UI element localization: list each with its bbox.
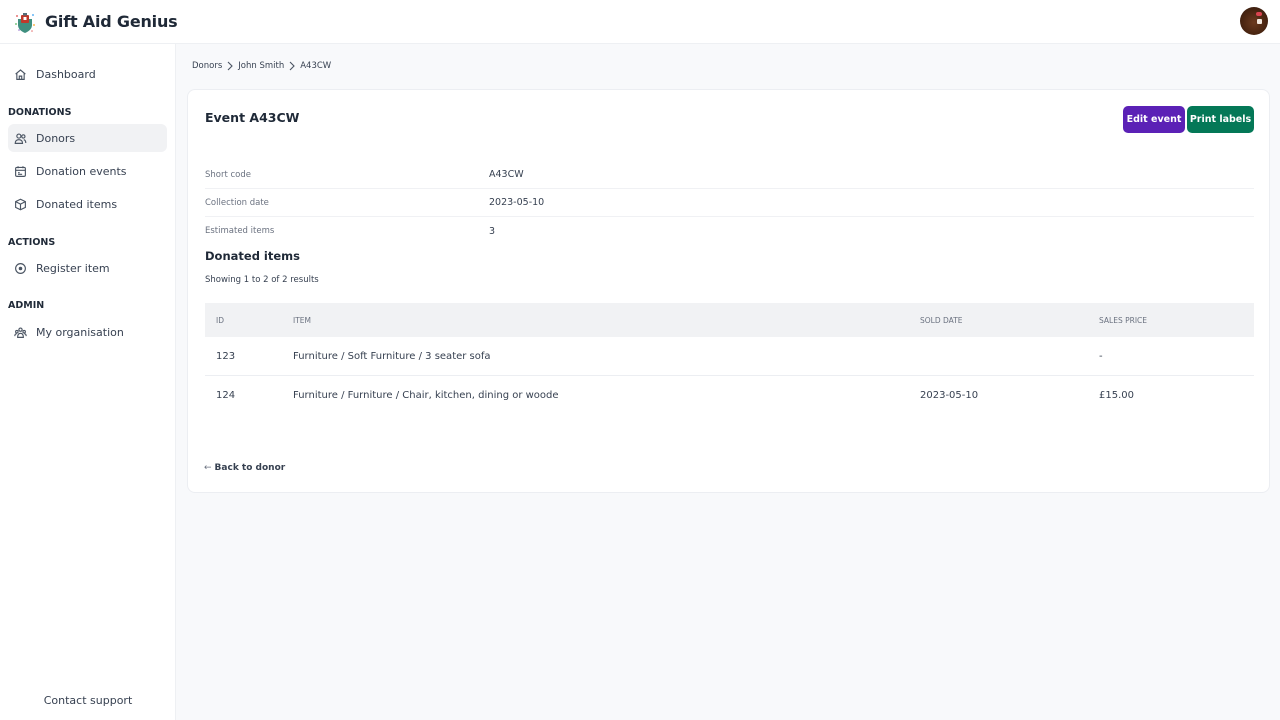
detail-row-estimated-items: Estimated items 3 [205,217,1254,245]
detail-value: 3 [489,225,496,237]
cell-item: Furniture / Furniture / Chair, kitchen, … [293,390,559,401]
print-labels-button[interactable]: Print labels [1187,106,1254,133]
arrow-left-icon: ← [204,463,212,473]
event-card: Event A43CW Edit event Print labels Shor… [187,89,1270,493]
contact-support-link[interactable]: Contact support [0,694,176,707]
detail-label: Collection date [205,197,269,208]
cell-id: 123 [216,350,236,362]
section-label-donations: DONATIONS [8,107,72,118]
back-to-donor-link[interactable]: ← Back to donor [204,463,285,473]
avatar-bow-detail [1256,12,1262,16]
page-title: Event A43CW [205,110,300,125]
home-icon [15,68,26,80]
avatar-face-detail [1257,19,1262,24]
cell-item: Furniture / Soft Furniture / 3 seater so… [293,350,491,362]
charity-shield-logo-icon [14,10,36,34]
edit-event-button[interactable]: Edit event [1123,106,1185,133]
donated-items-table: ID ITEM SOLD DATE SALES PRICE 123 Furnit… [205,303,1254,415]
cell-sold-date: 2023-05-10 [920,390,979,401]
cell-sales-price: - [1099,350,1103,362]
organisation-icon [14,326,27,338]
sidebar-item-donors[interactable]: Donors [8,124,167,152]
app-name: Gift Aid Genius [45,12,178,31]
sidebar: Dashboard DONATIONS Donors Donation even… [0,44,176,720]
breadcrumb-item-donor[interactable]: John Smith [238,61,284,71]
sidebar-item-label: My organisation [36,325,124,339]
detail-value: 2023-05-10 [489,197,545,208]
detail-row-collection-date: Collection date 2023-05-10 [205,189,1254,217]
column-header-item: ITEM [293,315,312,325]
breadcrumb-item-donors[interactable]: Donors [192,61,222,71]
detail-label: Short code [205,169,252,180]
breadcrumb-item-event[interactable]: A43CW [300,61,331,71]
section-label-actions: ACTIONS [8,237,56,248]
sidebar-item-register-item[interactable]: Register item [8,254,167,282]
table-row[interactable]: 124 Furniture / Furniture / Chair, kitch… [205,376,1254,415]
sidebar-item-dashboard[interactable]: Dashboard [8,60,167,88]
donated-items-heading: Donated items [205,249,300,263]
cell-id: 124 [216,390,236,401]
table-header: ID ITEM SOLD DATE SALES PRICE [205,303,1254,337]
calendar-icon [15,165,26,177]
sidebar-item-label: Donation events [36,164,127,178]
detail-label: Estimated items [205,226,275,236]
sidebar-item-label: Register item [36,261,110,275]
table-row[interactable]: 123 Furniture / Soft Furniture / 3 seate… [205,337,1254,376]
brand[interactable]: Gift Aid Genius [14,10,178,34]
box-icon [15,198,26,210]
user-avatar[interactable] [1240,7,1268,35]
column-header-id: ID [216,315,224,325]
column-header-sold-date: SOLD DATE [920,315,963,325]
detail-row-short-code: Short code A43CW [205,161,1254,189]
sidebar-item-donated-items[interactable]: Donated items [8,190,167,218]
sidebar-item-label: Donors [36,131,76,145]
back-link-label: Back to donor [214,463,286,473]
sidebar-item-label: Dashboard [36,67,96,81]
breadcrumb: Donors John Smith A43CW [192,61,331,71]
plus-circle-icon [15,262,26,274]
sidebar-item-my-organisation[interactable]: My organisation [8,318,167,346]
cell-sales-price: £15.00 [1099,390,1134,401]
results-count: Showing 1 to 2 of 2 results [205,275,319,285]
users-icon [14,132,27,144]
sidebar-item-label: Donated items [36,197,118,211]
section-label-admin: ADMIN [8,300,45,311]
sidebar-item-donation-events[interactable]: Donation events [8,157,167,185]
top-header: Gift Aid Genius [0,0,1280,44]
chevron-right-icon [289,61,295,71]
detail-value: A43CW [489,169,524,180]
chevron-right-icon [227,61,234,71]
column-header-sales-price: SALES PRICE [1099,315,1148,325]
